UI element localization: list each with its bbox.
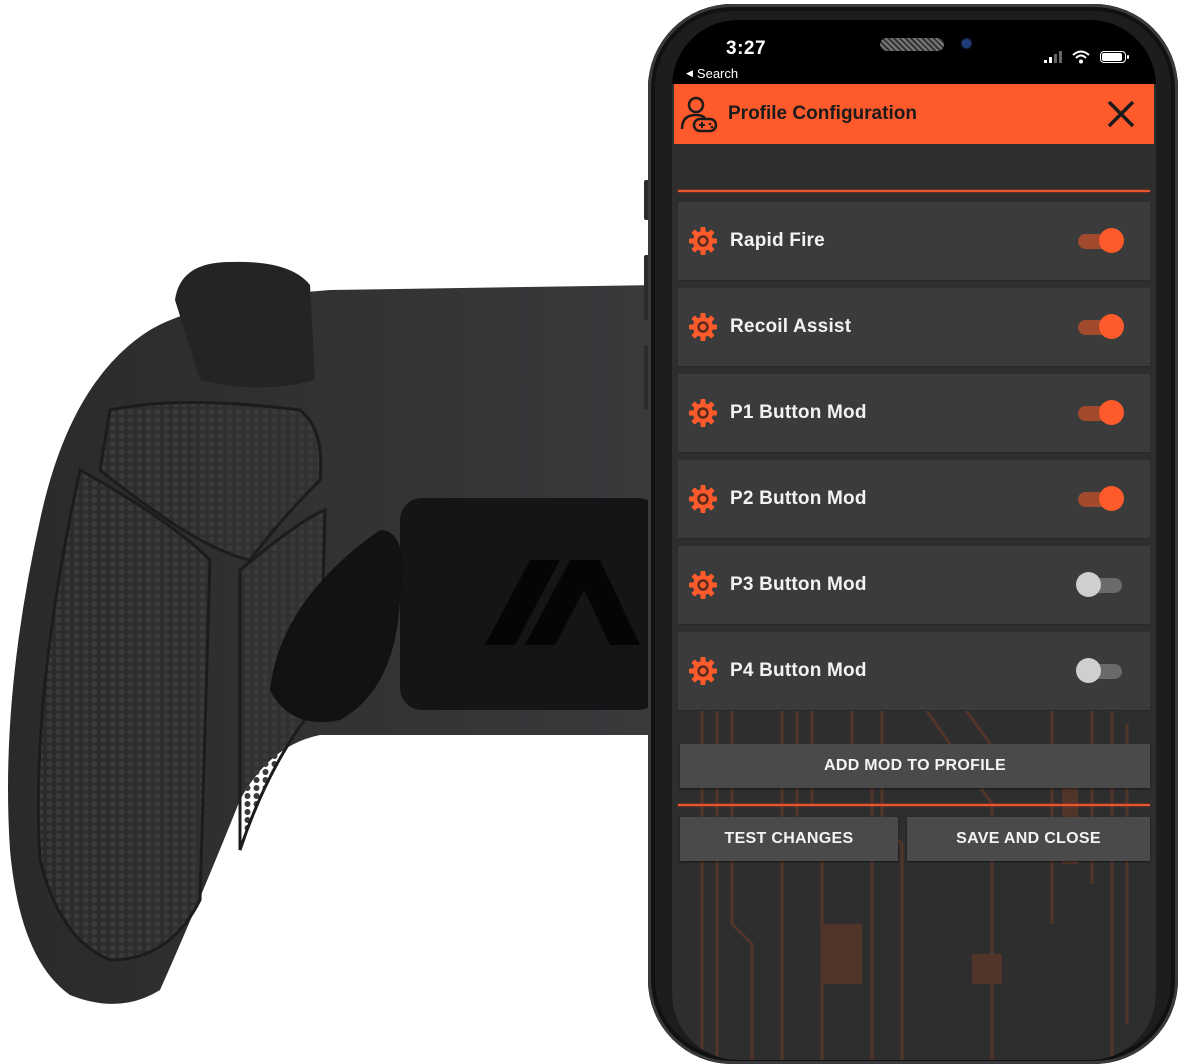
bottom-divider [678, 804, 1150, 806]
controller-illustration [8, 261, 660, 1004]
grip-texture-lower [36, 467, 212, 962]
mod-row-p2-button-mod[interactable]: P2 Button Mod [678, 460, 1150, 538]
mod-label: P3 Button Mod [730, 574, 867, 595]
mod-label: Recoil Assist [730, 316, 852, 337]
add-mod-to-profile-button[interactable]: ADD MOD TO PROFILE [680, 744, 1150, 788]
toggle-knob [1099, 228, 1124, 253]
front-camera [962, 39, 971, 48]
mod-row-p4-button-mod[interactable]: P4 Button Mod [678, 632, 1150, 710]
gear-icon[interactable] [688, 312, 718, 342]
mod-label: P1 Button Mod [730, 402, 867, 423]
wifi-icon [1072, 50, 1090, 64]
page-title: Profile Configuration [728, 103, 917, 124]
gear-icon[interactable] [688, 484, 718, 514]
mod-label: P4 Button Mod [730, 660, 867, 681]
toggle-knob [1099, 486, 1124, 511]
save-and-close-button[interactable]: SAVE AND CLOSE [907, 817, 1150, 861]
close-icon [1107, 100, 1135, 128]
mod-toggle[interactable] [1076, 658, 1124, 684]
app-header: Profile Configuration [674, 84, 1154, 144]
app-screen: Profile Configuration Rapid Fire Recoil … [672, 84, 1156, 1060]
mod-toggle[interactable] [1076, 486, 1124, 512]
gear-icon[interactable] [688, 570, 718, 600]
back-arrow-icon: ◀ [686, 68, 693, 78]
status-time: 3:27 [726, 38, 767, 59]
gear-icon[interactable] [688, 398, 718, 428]
game-controller-image [0, 0, 700, 1025]
gear-icon[interactable] [688, 656, 718, 686]
cellular-signal-icon [1044, 51, 1062, 63]
mod-list: Rapid Fire Recoil Assist P1 Button Mod P… [678, 202, 1150, 718]
status-icons [1044, 50, 1129, 64]
mod-toggle[interactable] [1076, 228, 1124, 254]
back-to-search-link[interactable]: ◀ Search [686, 66, 738, 81]
status-bar: 3:27 ◀ Search [672, 20, 1156, 84]
top-divider [678, 190, 1150, 192]
mod-toggle[interactable] [1076, 572, 1124, 598]
mod-toggle[interactable] [1076, 314, 1124, 340]
mod-row-p3-button-mod[interactable]: P3 Button Mod [678, 546, 1150, 624]
profile-gamepad-icon [680, 96, 718, 133]
toggle-knob [1076, 658, 1101, 683]
mod-toggle[interactable] [1076, 400, 1124, 426]
battery-icon [1100, 51, 1129, 63]
toggle-knob [1076, 572, 1101, 597]
mod-label: Rapid Fire [730, 230, 825, 251]
back-label: Search [696, 66, 739, 81]
toggle-knob [1099, 400, 1124, 425]
close-button[interactable] [1102, 95, 1140, 133]
earpiece-speaker [880, 38, 944, 51]
phone-screen: 3:27 ◀ Search Profile Configuration Rapi… [672, 20, 1156, 1060]
mod-row-rapid-fire[interactable]: Rapid Fire [678, 202, 1150, 280]
mod-row-recoil-assist[interactable]: Recoil Assist [678, 288, 1150, 366]
toggle-knob [1099, 314, 1124, 339]
battery-level [1102, 53, 1122, 61]
gear-icon[interactable] [688, 226, 718, 256]
mod-label: P2 Button Mod [730, 488, 867, 509]
test-changes-button[interactable]: TEST CHANGES [680, 817, 898, 861]
mod-row-p1-button-mod[interactable]: P1 Button Mod [678, 374, 1150, 452]
